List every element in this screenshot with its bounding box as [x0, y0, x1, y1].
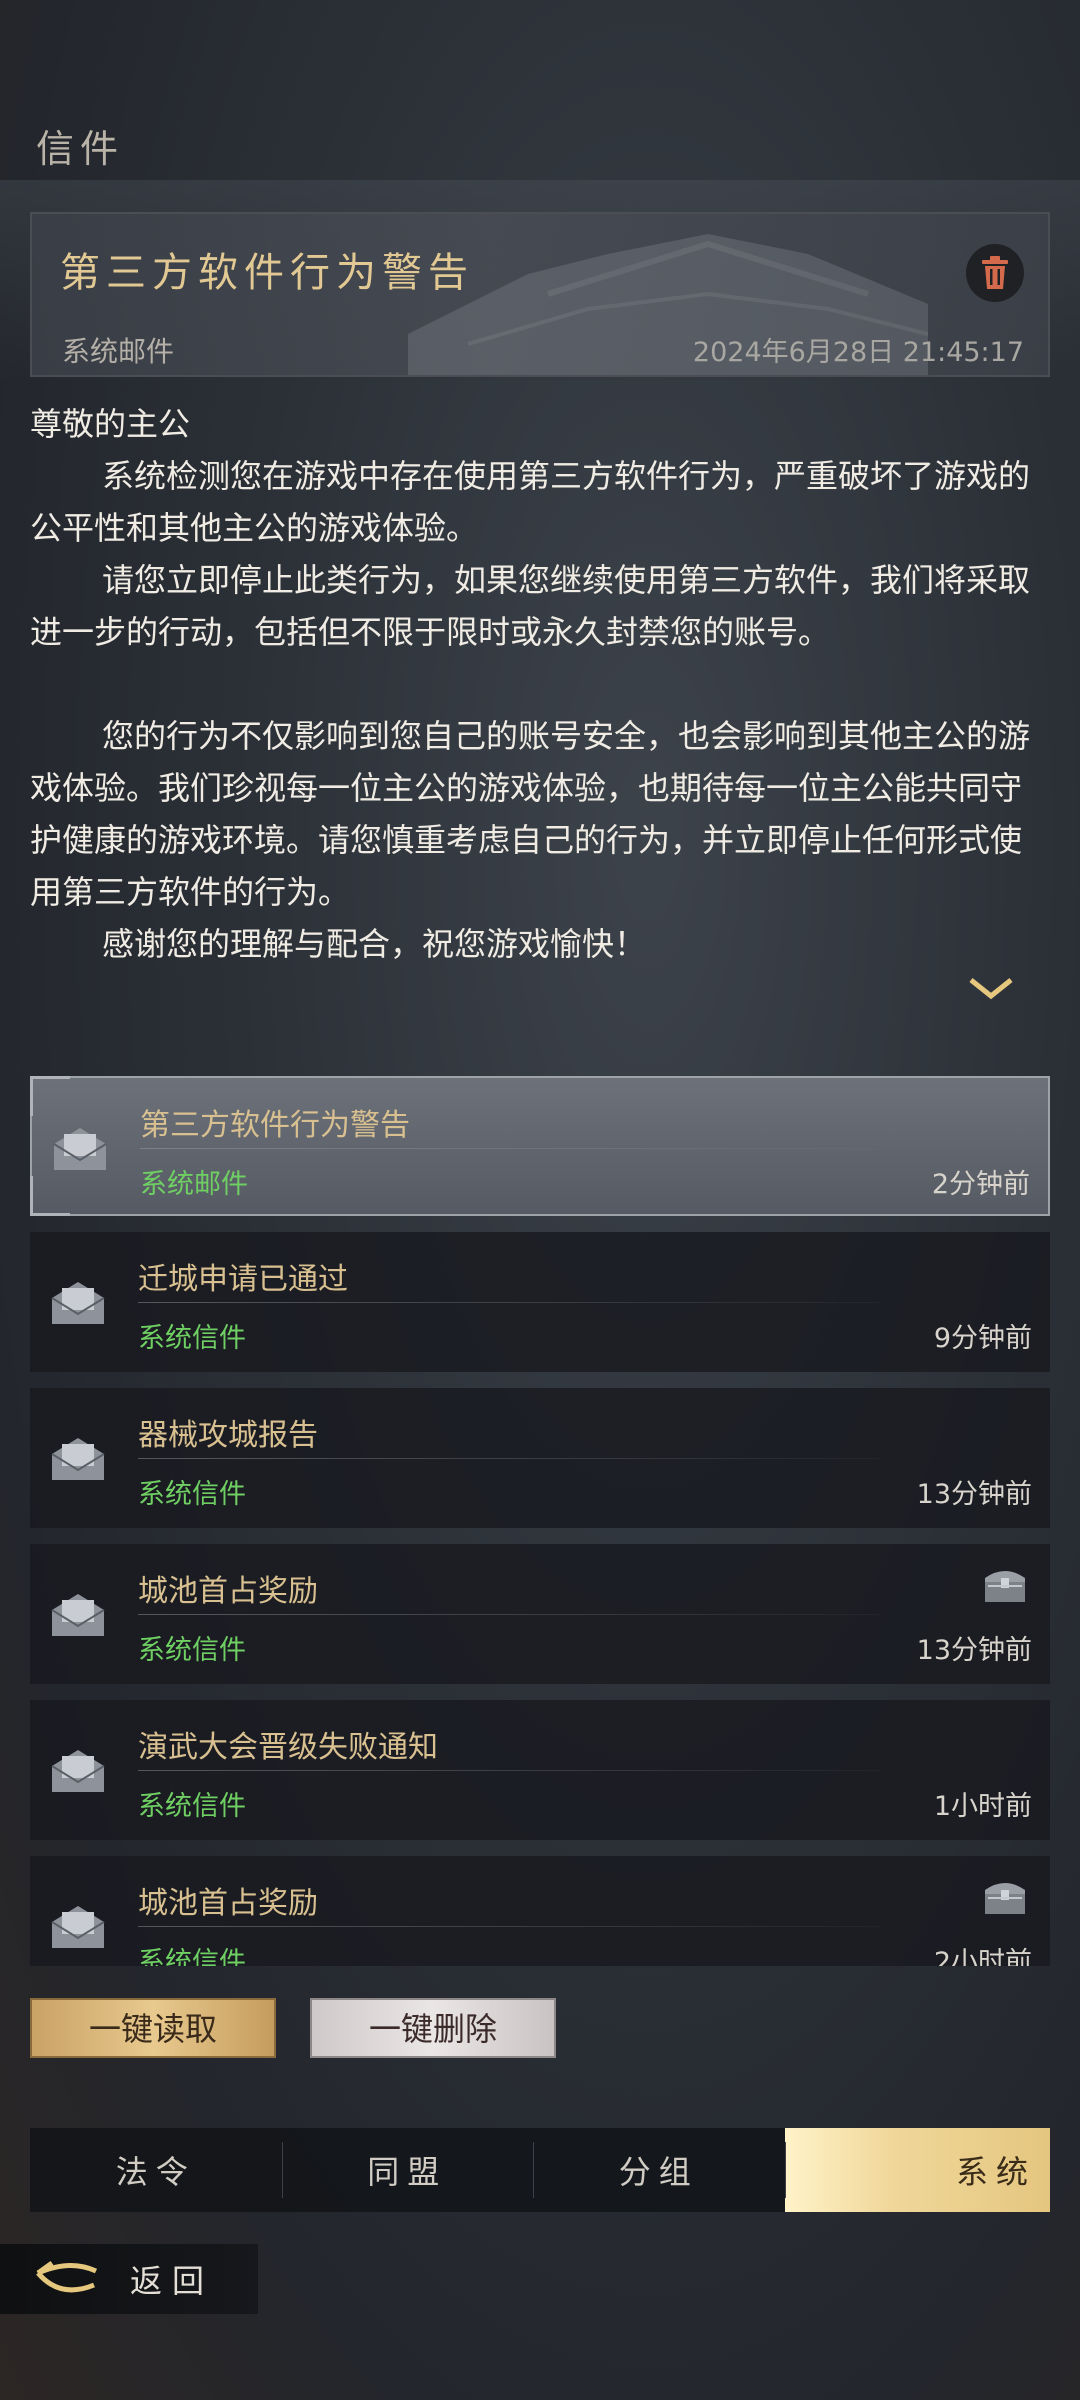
back-label: 返回	[130, 2262, 215, 2300]
mail-item-sender: 系统信件	[138, 1635, 246, 1666]
tab-decree[interactable]: 法令	[30, 2128, 282, 2212]
mail-list-item[interactable]: 演武大会晋级失败通知 系统信件 1小时前	[30, 1700, 1050, 1840]
mail-list-item[interactable]: 器械攻城报告 系统信件 13分钟前	[30, 1388, 1050, 1528]
envelope-open-icon	[51, 1750, 105, 1792]
tab-bar: 法令 同盟 分组 系统	[30, 2128, 1050, 2212]
tab-system[interactable]: 系统	[784, 2128, 1050, 2212]
corner-ornament	[30, 1176, 70, 1216]
envelope-open-icon	[51, 1438, 105, 1480]
envelope-open-icon	[51, 1594, 105, 1636]
delete-mail-button[interactable]	[966, 244, 1024, 302]
mail-item-sender: 系统信件	[138, 1479, 246, 1510]
page-title: 信件	[36, 127, 125, 171]
mail-list: 第三方软件行为警告 系统邮件 2分钟前 迁城申请已通过 系统信件 9分钟前 器械…	[30, 1076, 1050, 1966]
divider	[138, 1926, 880, 1927]
mail-list-item[interactable]: 城池首占奖励 系统信件 13分钟前	[30, 1544, 1050, 1684]
tab-alliance[interactable]: 同盟	[281, 2128, 534, 2212]
mail-item-time: 13分钟前	[916, 1635, 1032, 1666]
mail-list-item[interactable]: 第三方软件行为警告 系统邮件 2分钟前	[30, 1076, 1050, 1216]
mail-body: 尊敬的主公 系统检测您在游戏中存在使用第三方软件行为，严重破坏了游戏的公平性和其…	[30, 398, 1050, 970]
mail-subject: 第三方软件行为警告	[60, 250, 474, 296]
mail-item-sender: 系统信件	[138, 1947, 246, 1966]
mail-item-sender: 系统信件	[138, 1791, 246, 1822]
mail-header: 第三方软件行为警告 系统邮件 2024年6月28日 21:45:17	[30, 212, 1050, 377]
mail-greeting: 尊敬的主公	[30, 405, 191, 443]
mail-item-time: 13分钟前	[916, 1479, 1032, 1510]
tab-group[interactable]: 分组	[533, 2128, 785, 2212]
mail-paragraph: 您的行为不仅影响到您自己的账号安全，也会影响到其他主公的游戏体验。我们珍视每一位…	[30, 717, 1031, 911]
mail-item-time: 9分钟前	[933, 1323, 1032, 1354]
mail-item-time: 2分钟前	[931, 1169, 1030, 1200]
mail-date: 2024年6月28日 21:45:17	[692, 337, 1024, 368]
mail-sender: 系统邮件	[62, 335, 175, 368]
mail-list-item[interactable]: 城池首占奖励 系统信件 2小时前	[30, 1856, 1050, 1966]
treasure-chest-icon	[985, 1571, 1025, 1602]
envelope-open-icon	[51, 1906, 105, 1948]
mail-item-title: 第三方软件行为警告	[140, 1108, 410, 1143]
delete-all-button[interactable]: 一键删除	[310, 1998, 556, 2058]
divider	[138, 1458, 880, 1459]
chevron-down-icon[interactable]	[968, 976, 1014, 1002]
treasure-chest-icon	[985, 1883, 1025, 1914]
envelope-open-icon	[53, 1128, 107, 1170]
mail-item-sender: 系统邮件	[140, 1169, 248, 1200]
mail-paragraph: 请您立即停止此类行为，如果您继续使用第三方软件，我们将采取进一步的行动，包括但不…	[30, 561, 1031, 651]
envelope-open-icon	[51, 1282, 105, 1324]
divider	[138, 1614, 880, 1615]
mail-item-time: 1小时前	[933, 1791, 1032, 1822]
corner-ornament	[30, 1076, 70, 1116]
mail-paragraph: 感谢您的理解与配合，祝您游戏愉快！	[102, 925, 647, 963]
mail-item-time: 2小时前	[933, 1947, 1032, 1966]
back-arrow-icon	[36, 2260, 98, 2293]
mail-paragraph: 系统检测您在游戏中存在使用第三方软件行为，严重破坏了游戏的公平性和其他主公的游戏…	[30, 457, 1031, 547]
mail-item-title: 城池首占奖励	[138, 1574, 318, 1609]
mail-item-title: 城池首占奖励	[138, 1886, 318, 1921]
divider	[138, 1770, 880, 1771]
mail-item-title: 迁城申请已通过	[138, 1262, 348, 1297]
back-button[interactable]: 返回	[0, 2244, 258, 2314]
divider	[140, 1148, 878, 1149]
mail-item-title: 演武大会晋级失败通知	[138, 1730, 438, 1765]
trash-icon	[982, 256, 1008, 289]
read-all-button[interactable]: 一键读取	[30, 1998, 276, 2058]
mail-item-title: 器械攻城报告	[138, 1418, 318, 1453]
divider	[138, 1302, 880, 1303]
mail-item-sender: 系统信件	[138, 1323, 246, 1354]
mail-list-item[interactable]: 迁城申请已通过 系统信件 9分钟前	[30, 1232, 1050, 1372]
